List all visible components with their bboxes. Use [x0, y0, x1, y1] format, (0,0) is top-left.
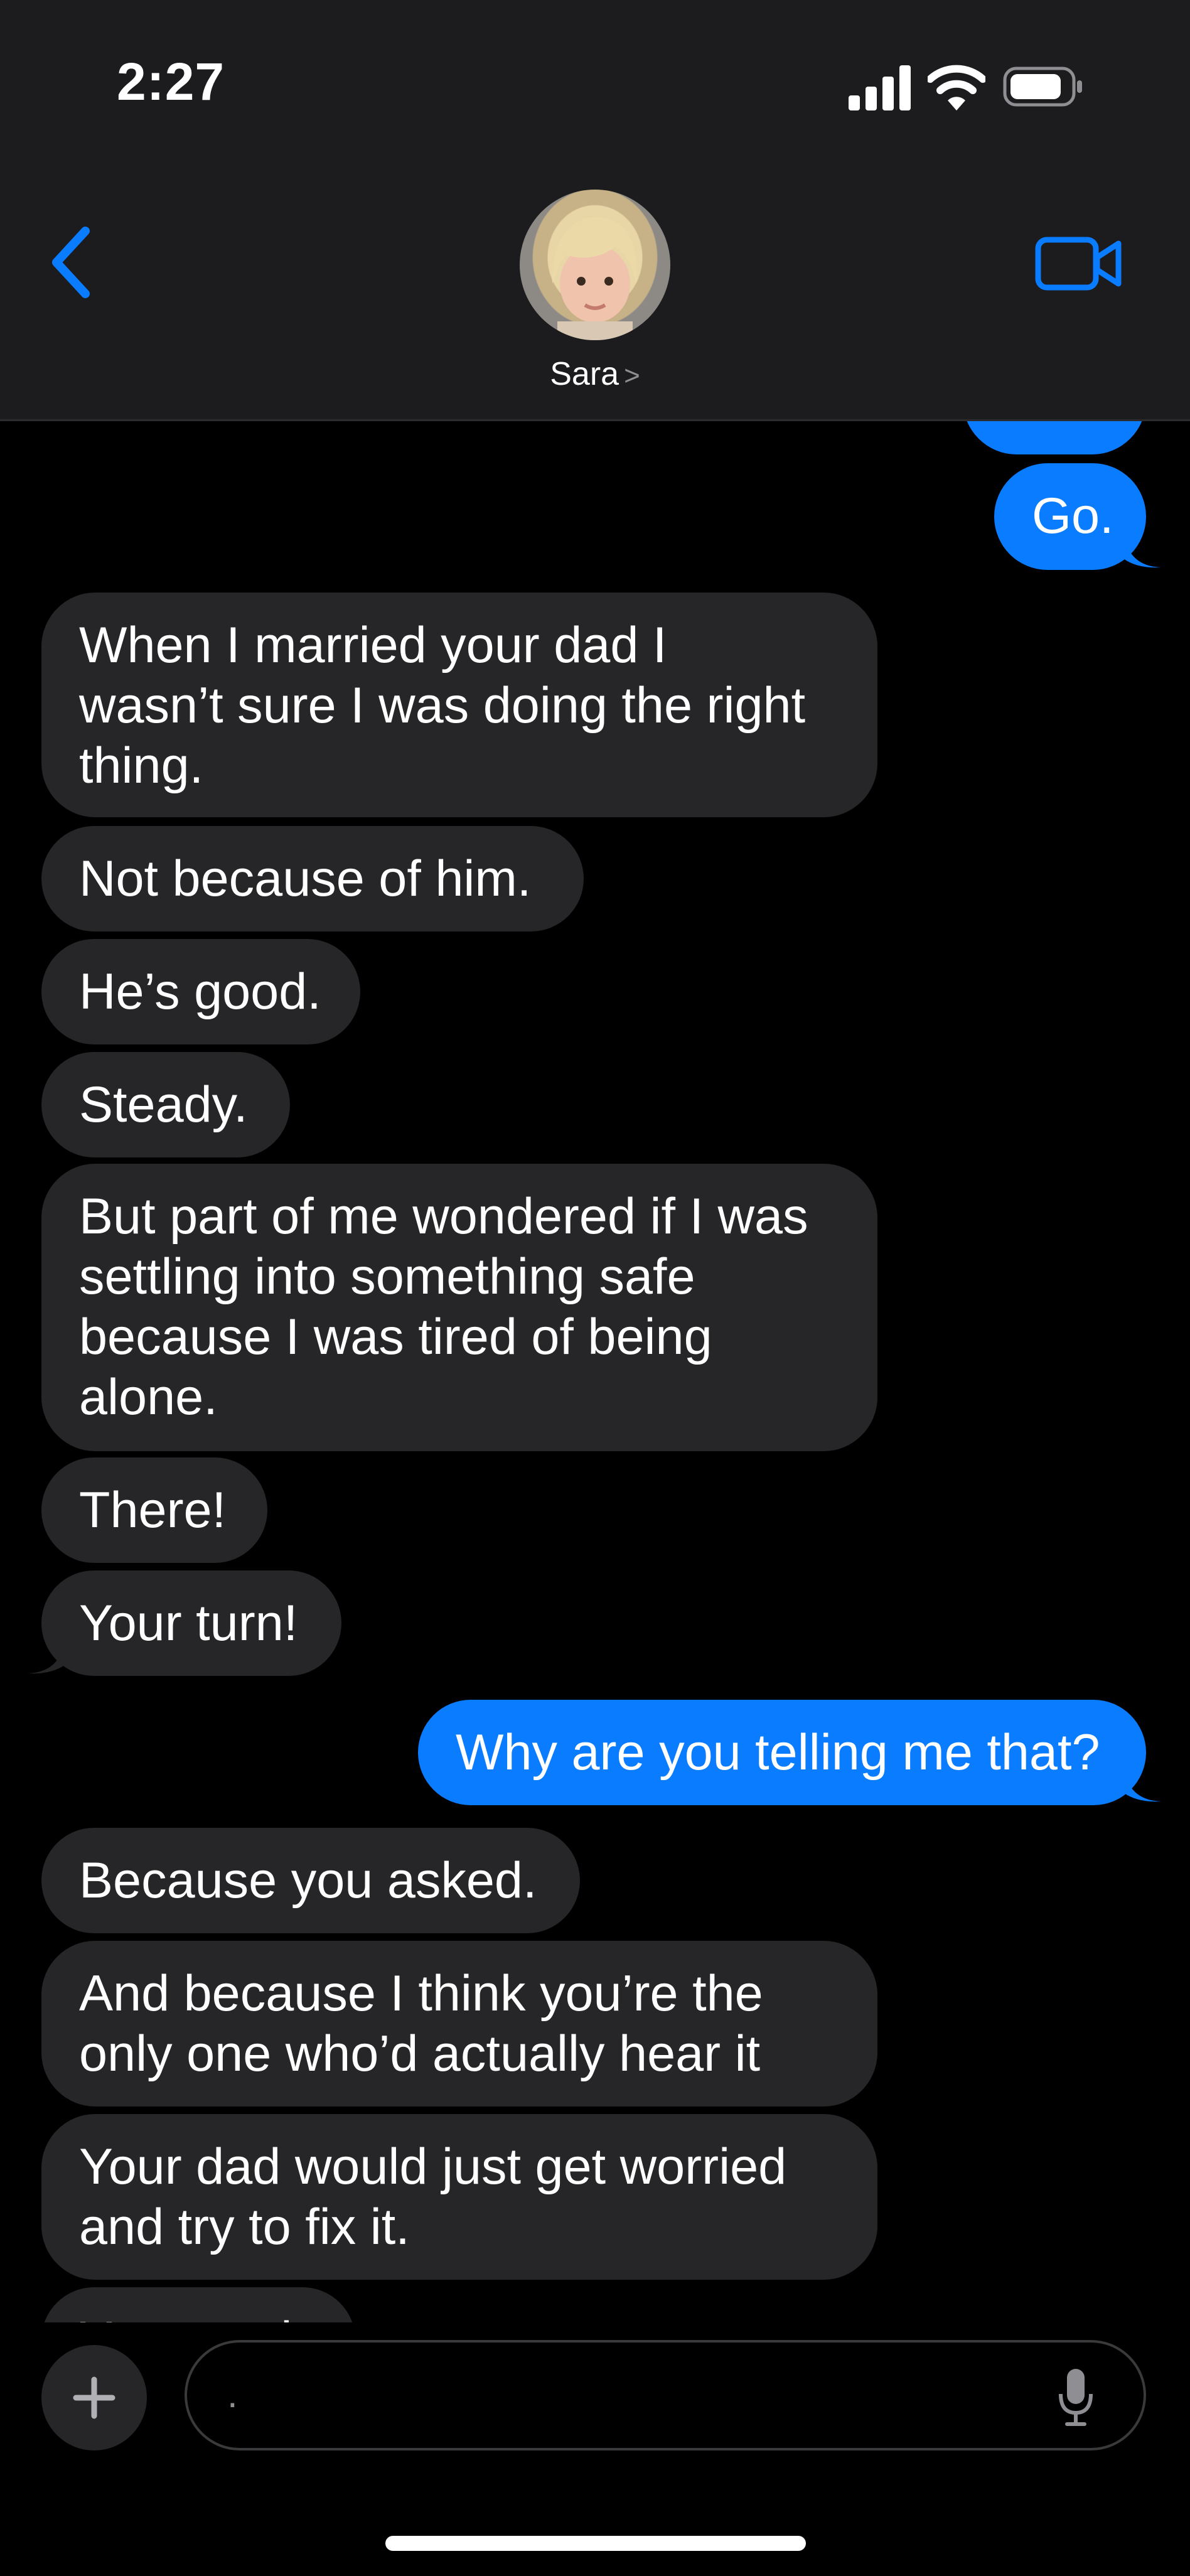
video-camera-icon[interactable] [1034, 232, 1123, 295]
message-received[interactable]: There! [41, 1457, 267, 1563]
message-input[interactable]: . [185, 2340, 1146, 2450]
message-received[interactable]: And because I think you’re the only one … [41, 1941, 877, 2106]
bubble-tail [28, 1637, 65, 1674]
message-received[interactable]: Because you asked. [41, 1828, 580, 1933]
message-received[interactable]: When I married your dad I wasn’t sure I … [41, 593, 877, 817]
cellular-signal-icon [849, 65, 911, 110]
message-received[interactable]: But part of me wondered if I was settlin… [41, 1164, 877, 1451]
wifi-icon [928, 65, 985, 110]
message-received[interactable]: He’s good. [41, 939, 360, 1044]
conversation-header: 2:27 Sara > [0, 0, 1190, 421]
message-sent[interactable]: Fine. [963, 419, 1146, 454]
chevron-left-icon[interactable] [44, 225, 100, 300]
plus-icon [73, 2376, 115, 2419]
contact-name-label: Sara [550, 356, 619, 392]
status-time: 2:27 [117, 52, 225, 111]
message-received[interactable]: Your dad would just get worried and try … [41, 2114, 877, 2280]
battery-icon [1003, 67, 1082, 107]
avatar-image [552, 217, 637, 340]
add-attachment-button[interactable] [41, 2345, 147, 2450]
message-received[interactable]: You good. [41, 2287, 355, 2322]
message-thread[interactable]: Fine. Go. When I married your dad I wasn… [0, 419, 1190, 2322]
message-received[interactable]: Your turn! [41, 1570, 341, 1676]
microphone-icon[interactable] [1057, 2366, 1095, 2427]
contact-name[interactable]: Sara > [0, 355, 1190, 393]
bubble-tail [1123, 531, 1161, 568]
bubble-tail [1123, 1765, 1161, 1802]
message-received[interactable]: Not because of him. [41, 826, 584, 931]
message-sent[interactable]: Why are you telling me that? [418, 1700, 1146, 1805]
home-indicator[interactable] [385, 2536, 806, 2551]
chevron-right-icon: > [624, 360, 640, 391]
contact-avatar[interactable] [520, 190, 670, 340]
message-received[interactable]: Steady. [41, 1052, 290, 1157]
